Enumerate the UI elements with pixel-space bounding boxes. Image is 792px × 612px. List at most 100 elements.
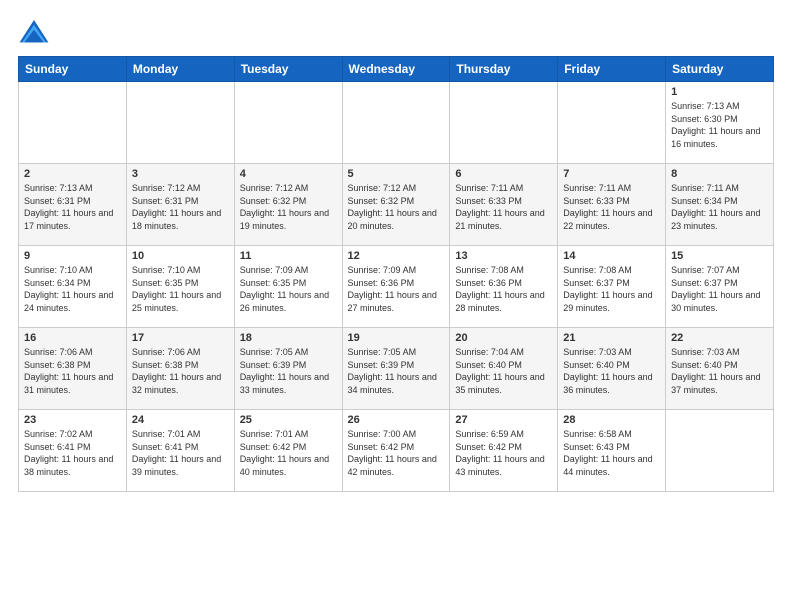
calendar-day-cell (450, 82, 558, 164)
day-number: 6 (455, 168, 552, 180)
calendar-day-cell: 21 Sunrise: 7:03 AM Sunset: 6:40 PM Dayli… (558, 328, 666, 410)
calendar-day-cell (558, 82, 666, 164)
calendar-day-cell: 7 Sunrise: 7:11 AM Sunset: 6:33 PM Daylig… (558, 164, 666, 246)
day-number: 1 (671, 86, 768, 98)
day-info: Sunrise: 7:06 AM Sunset: 6:38 PM Dayligh… (132, 346, 229, 396)
calendar-header-cell: Wednesday (342, 57, 450, 82)
calendar-day-cell: 9Sunrise: 7:10 AM Sunset: 6:34 PM Daylig… (19, 246, 127, 328)
day-info: Sunrise: 7:09 AM Sunset: 6:36 PM Dayligh… (348, 264, 445, 314)
calendar-body: 1 Sunrise: 7:13 AM Sunset: 6:30 PM Daylig… (19, 82, 774, 492)
calendar-week-row: 9Sunrise: 7:10 AM Sunset: 6:34 PM Daylig… (19, 246, 774, 328)
day-info: Sunrise: 7:12 AM Sunset: 6:31 PM Dayligh… (132, 182, 229, 232)
calendar-day-cell (234, 82, 342, 164)
calendar-day-cell: 12 Sunrise: 7:09 AM Sunset: 6:36 PM Dayli… (342, 246, 450, 328)
calendar-day-cell: 13 Sunrise: 7:08 AM Sunset: 6:36 PM Dayli… (450, 246, 558, 328)
calendar-week-row: 23 Sunrise: 7:02 AM Sunset: 6:41 PM Dayli… (19, 410, 774, 492)
calendar-day-cell: 3 Sunrise: 7:12 AM Sunset: 6:31 PM Daylig… (126, 164, 234, 246)
calendar-header-cell: Thursday (450, 57, 558, 82)
calendar-week-row: 2Sunrise: 7:13 AM Sunset: 6:31 PM Daylig… (19, 164, 774, 246)
calendar-day-cell: 27 Sunrise: 6:59 AM Sunset: 6:42 PM Dayli… (450, 410, 558, 492)
day-number: 28 (563, 414, 660, 426)
calendar-header-cell: Friday (558, 57, 666, 82)
calendar-header-cell: Tuesday (234, 57, 342, 82)
calendar-day-cell (19, 82, 127, 164)
day-number: 11 (240, 250, 337, 262)
calendar-day-cell: 28 Sunrise: 6:58 AM Sunset: 6:43 PM Dayli… (558, 410, 666, 492)
day-number: 18 (240, 332, 337, 344)
calendar-day-cell: 5Sunrise: 7:12 AM Sunset: 6:32 PM Daylig… (342, 164, 450, 246)
calendar-day-cell: 11 Sunrise: 7:09 AM Sunset: 6:35 PM Dayli… (234, 246, 342, 328)
day-info: Sunrise: 7:13 AM Sunset: 6:30 PM Dayligh… (671, 100, 768, 150)
day-info: Sunrise: 7:11 AM Sunset: 6:33 PM Dayligh… (455, 182, 552, 232)
calendar-day-cell: 26Sunrise: 7:00 AM Sunset: 6:42 PM Dayli… (342, 410, 450, 492)
logo-icon (18, 18, 50, 46)
calendar-day-cell: 24 Sunrise: 7:01 AM Sunset: 6:41 PM Dayli… (126, 410, 234, 492)
day-info: Sunrise: 7:03 AM Sunset: 6:40 PM Dayligh… (563, 346, 660, 396)
day-number: 14 (563, 250, 660, 262)
day-info: Sunrise: 6:58 AM Sunset: 6:43 PM Dayligh… (563, 428, 660, 478)
calendar-day-cell: 2Sunrise: 7:13 AM Sunset: 6:31 PM Daylig… (19, 164, 127, 246)
calendar-day-cell: 15 Sunrise: 7:07 AM Sunset: 6:37 PM Dayli… (666, 246, 774, 328)
day-info: Sunrise: 7:08 AM Sunset: 6:36 PM Dayligh… (455, 264, 552, 314)
day-number: 15 (671, 250, 768, 262)
day-number: 4 (240, 168, 337, 180)
calendar-day-cell: 23 Sunrise: 7:02 AM Sunset: 6:41 PM Dayli… (19, 410, 127, 492)
day-number: 16 (24, 332, 121, 344)
day-number: 24 (132, 414, 229, 426)
day-info: Sunrise: 7:13 AM Sunset: 6:31 PM Dayligh… (24, 182, 121, 232)
day-number: 22 (671, 332, 768, 344)
day-info: Sunrise: 7:07 AM Sunset: 6:37 PM Dayligh… (671, 264, 768, 314)
calendar-day-cell (342, 82, 450, 164)
calendar-day-cell: 18 Sunrise: 7:05 AM Sunset: 6:39 PM Dayli… (234, 328, 342, 410)
day-number: 10 (132, 250, 229, 262)
calendar-day-cell: 22 Sunrise: 7:03 AM Sunset: 6:40 PM Dayli… (666, 328, 774, 410)
calendar-day-cell: 17 Sunrise: 7:06 AM Sunset: 6:38 PM Dayli… (126, 328, 234, 410)
calendar-day-cell: 16 Sunrise: 7:06 AM Sunset: 6:38 PM Dayli… (19, 328, 127, 410)
day-number: 21 (563, 332, 660, 344)
calendar-header-cell: Sunday (19, 57, 127, 82)
day-number: 7 (563, 168, 660, 180)
calendar-day-cell: 19 Sunrise: 7:05 AM Sunset: 6:39 PM Dayli… (342, 328, 450, 410)
calendar-week-row: 16 Sunrise: 7:06 AM Sunset: 6:38 PM Dayli… (19, 328, 774, 410)
day-number: 3 (132, 168, 229, 180)
day-info: Sunrise: 7:02 AM Sunset: 6:41 PM Dayligh… (24, 428, 121, 478)
day-number: 23 (24, 414, 121, 426)
day-info: Sunrise: 7:05 AM Sunset: 6:39 PM Dayligh… (240, 346, 337, 396)
day-info: Sunrise: 7:01 AM Sunset: 6:41 PM Dayligh… (132, 428, 229, 478)
day-number: 27 (455, 414, 552, 426)
day-info: Sunrise: 7:10 AM Sunset: 6:34 PM Dayligh… (24, 264, 121, 314)
logo (18, 18, 56, 46)
calendar-header-cell: Monday (126, 57, 234, 82)
day-number: 25 (240, 414, 337, 426)
page-header (18, 18, 774, 46)
day-info: Sunrise: 6:59 AM Sunset: 6:42 PM Dayligh… (455, 428, 552, 478)
day-info: Sunrise: 7:08 AM Sunset: 6:37 PM Dayligh… (563, 264, 660, 314)
calendar-header-row: SundayMondayTuesdayWednesdayThursdayFrid… (19, 57, 774, 82)
calendar-day-cell: 4 Sunrise: 7:12 AM Sunset: 6:32 PM Daylig… (234, 164, 342, 246)
day-number: 13 (455, 250, 552, 262)
day-info: Sunrise: 7:03 AM Sunset: 6:40 PM Dayligh… (671, 346, 768, 396)
calendar-day-cell (666, 410, 774, 492)
calendar-header-cell: Saturday (666, 57, 774, 82)
day-number: 17 (132, 332, 229, 344)
calendar-table: SundayMondayTuesdayWednesdayThursdayFrid… (18, 56, 774, 492)
day-number: 19 (348, 332, 445, 344)
day-number: 12 (348, 250, 445, 262)
day-number: 20 (455, 332, 552, 344)
day-info: Sunrise: 7:11 AM Sunset: 6:34 PM Dayligh… (671, 182, 768, 232)
day-info: Sunrise: 7:00 AM Sunset: 6:42 PM Dayligh… (348, 428, 445, 478)
day-info: Sunrise: 7:10 AM Sunset: 6:35 PM Dayligh… (132, 264, 229, 314)
calendar-week-row: 1 Sunrise: 7:13 AM Sunset: 6:30 PM Daylig… (19, 82, 774, 164)
day-info: Sunrise: 7:06 AM Sunset: 6:38 PM Dayligh… (24, 346, 121, 396)
day-info: Sunrise: 7:05 AM Sunset: 6:39 PM Dayligh… (348, 346, 445, 396)
day-number: 8 (671, 168, 768, 180)
day-info: Sunrise: 7:04 AM Sunset: 6:40 PM Dayligh… (455, 346, 552, 396)
calendar-day-cell: 20 Sunrise: 7:04 AM Sunset: 6:40 PM Dayli… (450, 328, 558, 410)
day-info: Sunrise: 7:11 AM Sunset: 6:33 PM Dayligh… (563, 182, 660, 232)
day-info: Sunrise: 7:12 AM Sunset: 6:32 PM Dayligh… (240, 182, 337, 232)
calendar-day-cell: 25Sunrise: 7:01 AM Sunset: 6:42 PM Dayli… (234, 410, 342, 492)
calendar-day-cell: 14 Sunrise: 7:08 AM Sunset: 6:37 PM Dayli… (558, 246, 666, 328)
day-info: Sunrise: 7:09 AM Sunset: 6:35 PM Dayligh… (240, 264, 337, 314)
calendar-day-cell (126, 82, 234, 164)
calendar-day-cell: 10 Sunrise: 7:10 AM Sunset: 6:35 PM Dayli… (126, 246, 234, 328)
